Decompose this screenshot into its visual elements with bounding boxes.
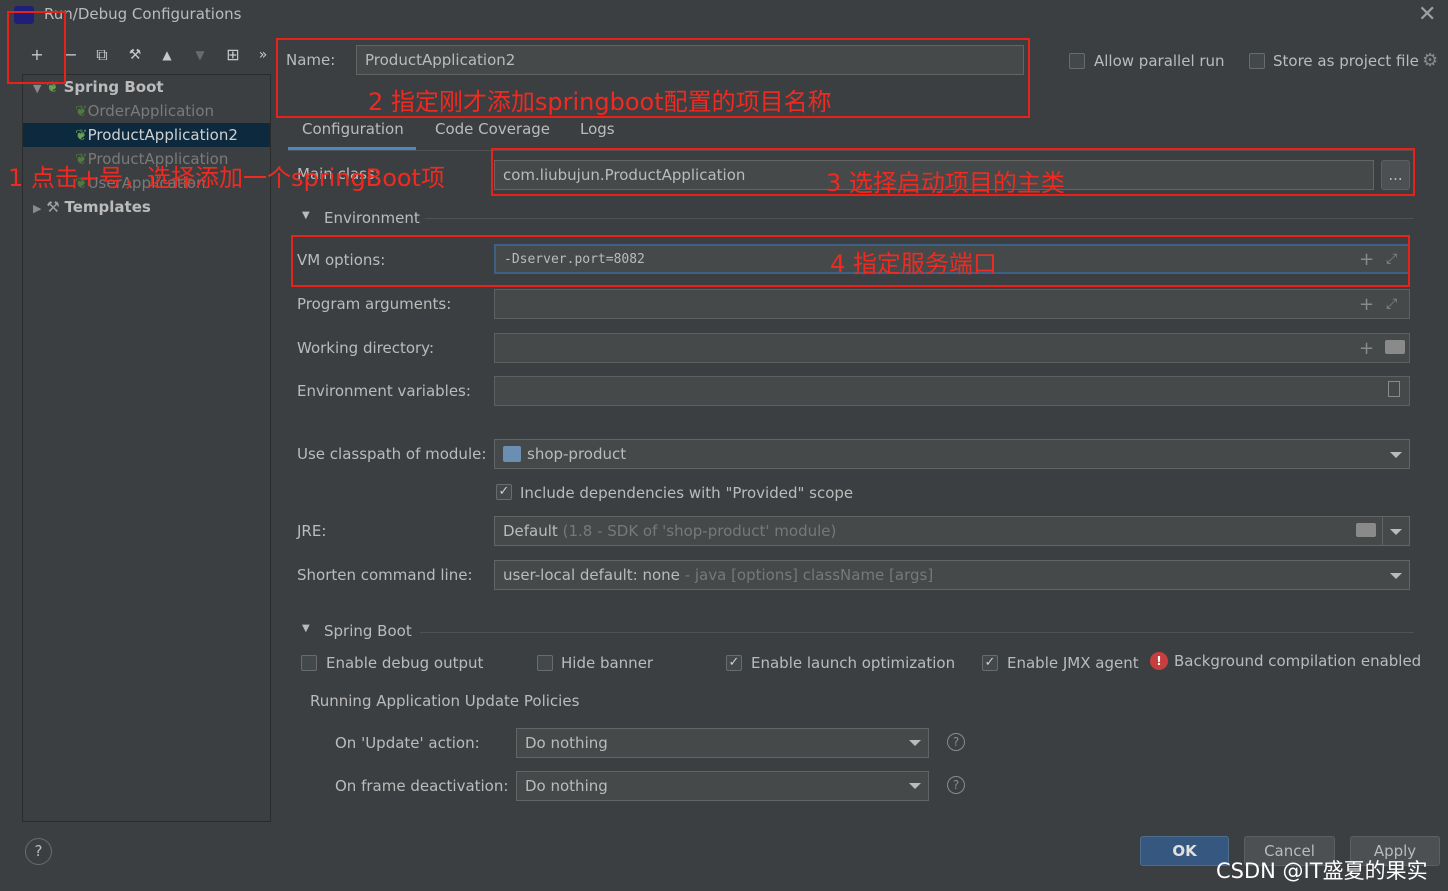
program-arguments-label: Program arguments:	[297, 295, 452, 313]
include-deps-checkbox[interactable]: ✓	[496, 484, 512, 500]
spring-boot-divider	[420, 632, 1414, 633]
wrench-icon[interactable]: ⚒	[124, 44, 146, 66]
tab-code-coverage[interactable]: Code Coverage	[435, 120, 550, 138]
annotation-box-add	[7, 11, 66, 84]
help-button[interactable]: ?	[25, 838, 52, 865]
folder-icon[interactable]	[1356, 523, 1376, 537]
frame-deactivation-label: On frame deactivation:	[335, 777, 509, 795]
watermark: CSDN @IT盛夏的果实	[1216, 859, 1428, 883]
launch-optimization-checkbox[interactable]: ✓	[726, 655, 742, 671]
environment-variables-input[interactable]	[494, 376, 1410, 406]
annotation-text-2: 2 指定刚才添加springboot配置的项目名称	[368, 88, 832, 116]
add-icon[interactable]: +	[1359, 338, 1374, 359]
shorten-select[interactable]: user-local default: none - java [options…	[494, 560, 1410, 590]
program-arguments-input[interactable]	[494, 289, 1410, 319]
launch-optimization-label: Enable launch optimization	[751, 654, 956, 672]
allow-parallel-label: Allow parallel run	[1094, 52, 1225, 70]
shorten-value: user-local default: none	[503, 566, 680, 584]
classpath-label: Use classpath of module:	[297, 445, 487, 463]
hide-banner-checkbox[interactable]	[537, 655, 553, 671]
store-project-checkbox[interactable]	[1249, 53, 1265, 69]
folder-icon[interactable]: ⊞	[222, 44, 244, 66]
tree-templates[interactable]: ▶ ⚒ Templates	[23, 195, 270, 219]
window-title: Run/Debug Configurations	[44, 5, 242, 23]
debug-output-label: Enable debug output	[326, 654, 484, 672]
jre-select[interactable]: Default (1.8 - SDK of 'shop-product' mod…	[494, 516, 1410, 546]
chevron-down-icon[interactable]	[1390, 529, 1402, 535]
annotation-text-4: 4 指定服务端口	[830, 250, 997, 278]
spring-boot-header: Spring Boot	[324, 622, 412, 640]
bg-compilation-label: Background compilation enabled	[1174, 652, 1422, 670]
environment-header: Environment	[324, 209, 420, 227]
warning-icon: !	[1150, 652, 1168, 670]
frame-deactivation-select[interactable]: Do nothing	[516, 771, 929, 801]
wrench-icon: ⚒	[46, 198, 60, 216]
shorten-label: Shorten command line:	[297, 566, 473, 584]
environment-variables-label: Environment variables:	[297, 382, 471, 400]
help-icon[interactable]: ?	[947, 733, 965, 751]
chevron-down-icon	[909, 740, 921, 746]
close-icon[interactable]: ✕	[1418, 2, 1436, 27]
chevron-down-icon[interactable]: ▼	[302, 623, 310, 634]
jmx-agent-label: Enable JMX agent	[1007, 654, 1139, 672]
expand-icon[interactable]: ⤢	[1386, 296, 1397, 312]
hide-banner-label: Hide banner	[561, 654, 654, 672]
document-icon[interactable]	[1388, 381, 1400, 397]
environment-divider	[425, 218, 1414, 219]
move-up-icon[interactable]: ▲	[156, 44, 178, 66]
annotation-text-3: 3 选择启动项目的主类	[826, 169, 1065, 197]
tree-label-templates: Templates	[64, 198, 151, 216]
jre-value: Default	[503, 522, 558, 540]
store-project-label: Store as project file	[1273, 52, 1419, 70]
include-deps-label: Include dependencies with "Provided" sco…	[520, 484, 854, 502]
chevron-right-icon: ▶	[33, 202, 42, 215]
chevron-down-icon	[909, 783, 921, 789]
chevron-down-icon[interactable]: ▼	[302, 210, 310, 221]
help-icon[interactable]: ?	[947, 776, 965, 794]
tab-configuration[interactable]: Configuration	[302, 120, 404, 138]
jre-divider	[1382, 517, 1383, 545]
annotation-text-1: 1 点击+号，选择添加一个springBoot项	[8, 164, 445, 192]
jre-label: JRE:	[297, 522, 327, 540]
jmx-agent-checkbox[interactable]: ✓	[982, 655, 998, 671]
update-policies-label: Running Application Update Policies	[310, 692, 580, 710]
spring-app-icon: ❦	[75, 102, 88, 120]
debug-output-checkbox[interactable]	[301, 655, 317, 671]
module-icon	[503, 446, 521, 462]
spring-app-icon: ❦	[75, 126, 88, 144]
working-directory-input[interactable]	[494, 333, 1410, 363]
tree-item-order[interactable]: ❦OrderApplication	[23, 99, 270, 123]
folder-icon[interactable]	[1385, 340, 1405, 354]
update-action-select[interactable]: Do nothing	[516, 728, 929, 758]
gear-icon[interactable]: ⚙	[1422, 50, 1438, 71]
update-action-label: On 'Update' action:	[335, 734, 480, 752]
allow-parallel-checkbox[interactable]	[1069, 53, 1085, 69]
working-directory-label: Working directory:	[297, 339, 435, 357]
tree-label-spring-boot: Spring Boot	[63, 78, 164, 96]
add-icon[interactable]: +	[1359, 294, 1374, 315]
chevron-down-icon	[1390, 452, 1402, 458]
tree-item-product2[interactable]: ❦ProductApplication2	[23, 123, 270, 147]
chevron-down-icon	[1390, 573, 1402, 579]
classpath-select[interactable]: shop-product	[494, 439, 1410, 469]
copy-icon[interactable]: ⧉	[91, 44, 113, 66]
more-icon[interactable]: »	[252, 44, 274, 66]
jre-hint: (1.8 - SDK of 'shop-product' module)	[562, 522, 837, 540]
move-down-icon[interactable]: ▼	[189, 44, 211, 66]
tab-logs[interactable]: Logs	[580, 120, 615, 138]
shorten-hint: - java [options] className [args]	[684, 566, 934, 584]
